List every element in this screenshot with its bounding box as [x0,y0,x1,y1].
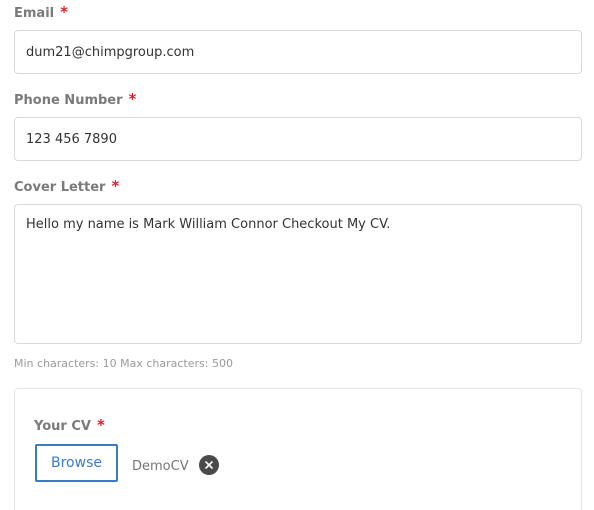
application-form: Email * dum21@chimpgroup.com Phone Number… [0,0,594,510]
phone-value: 123 456 7890 [26,131,117,147]
cover-letter-value: Hello my name is Mark William Connor Che… [26,217,391,232]
cover-letter-label: Cover Letter * [14,177,119,195]
required-marker: * [128,90,137,108]
cover-letter-textarea[interactable]: Hello my name is Mark William Connor Che… [14,204,582,344]
email-value: dum21@chimpgroup.com [26,44,195,60]
cv-label-text: Your CV [34,419,91,434]
required-marker: * [60,3,68,21]
required-marker: * [111,177,120,195]
close-icon-glyph [205,461,213,469]
character-limit-hint: Min characters: 10 Max characters: 500 [14,357,233,370]
close-icon[interactable] [199,455,219,475]
cover-letter-label-text: Cover Letter [14,180,106,195]
cv-label: Your CV * [34,416,105,434]
browse-button[interactable]: Browse [35,444,118,482]
phone-label: Phone Number * [14,90,136,108]
required-marker: * [96,416,105,434]
phone-label-text: Phone Number [14,93,123,108]
email-field[interactable]: dum21@chimpgroup.com [14,30,582,74]
email-label-text: Email [14,6,55,21]
uploaded-file-name: DemoCV [132,459,189,474]
phone-field[interactable]: 123 456 7890 [14,117,582,161]
email-label: Email * [14,3,68,21]
